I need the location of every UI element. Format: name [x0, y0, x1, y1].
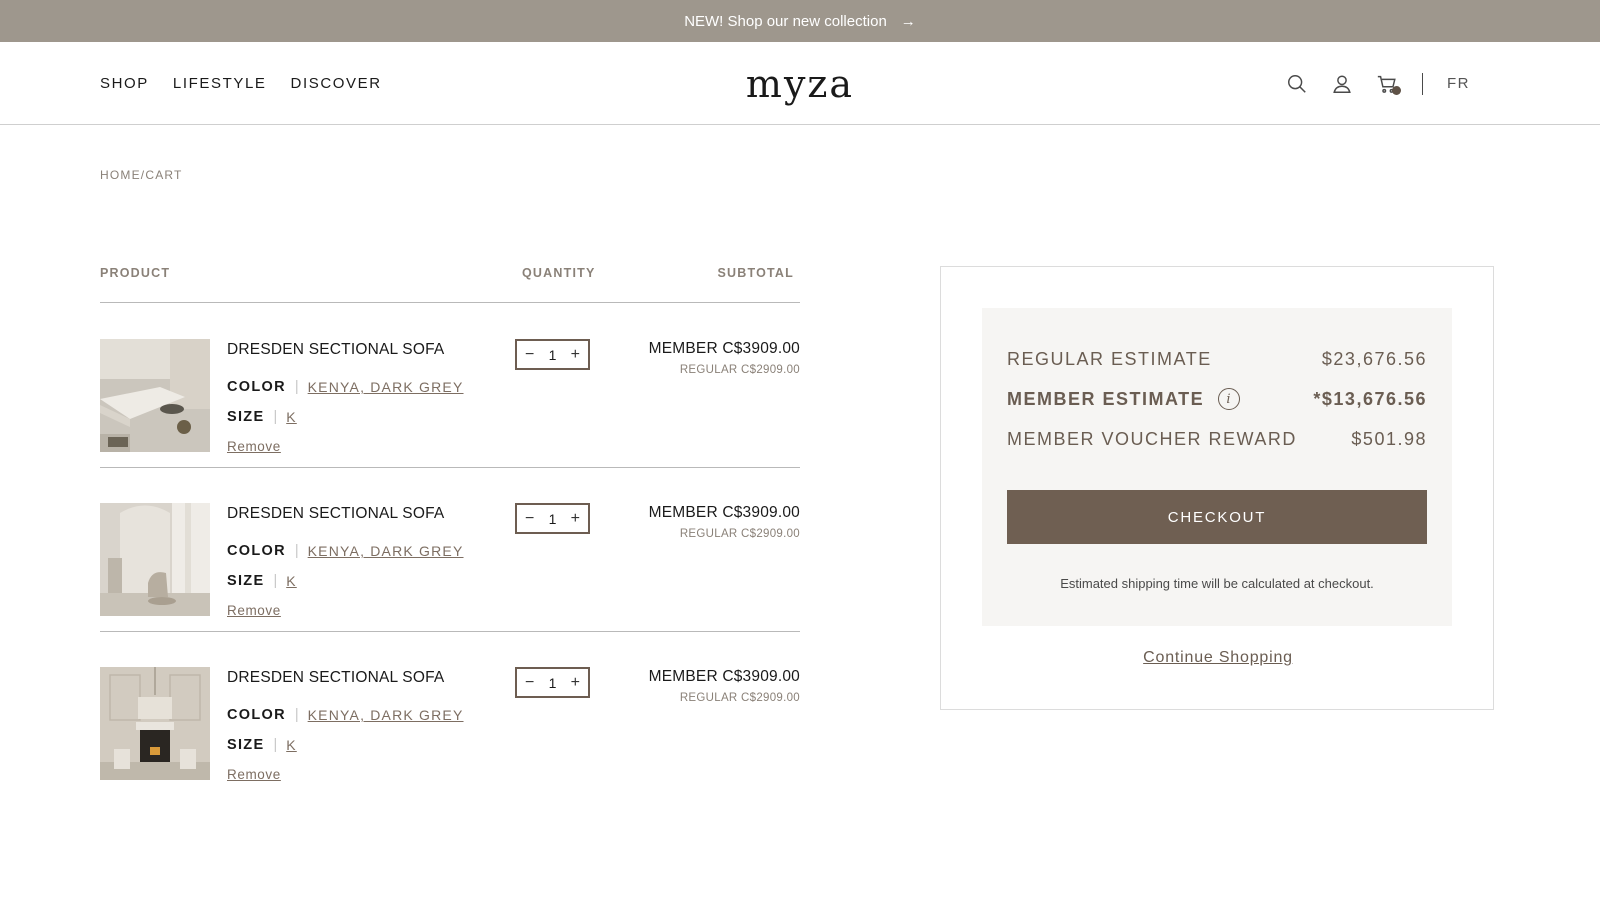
size-label: SIZE [227, 409, 265, 425]
product-image[interactable] [100, 339, 210, 452]
regular-price: REGULAR C$2909.00 [679, 528, 800, 540]
product-image[interactable] [100, 503, 210, 616]
column-product: PRODUCT [100, 266, 171, 280]
product-color: COLOR | KENYA, DARK GREY [227, 707, 464, 723]
column-subtotal: SUBTOTAL [717, 266, 794, 280]
product-name[interactable]: DRESDEN SECTIONAL SOFA [227, 341, 444, 359]
decrement-button[interactable]: − [525, 674, 534, 691]
language-switch[interactable]: FR [1447, 75, 1470, 92]
cart-count-badge [1392, 85, 1401, 95]
product-image[interactable] [100, 667, 210, 780]
color-label: COLOR [227, 707, 286, 723]
remove-link[interactable]: Remove [227, 439, 281, 454]
decrement-button[interactable]: − [525, 510, 534, 527]
remove-link[interactable]: Remove [227, 767, 281, 782]
header-divider [1422, 72, 1423, 95]
product-size: SIZE | K [227, 409, 297, 425]
member-estimate-row: MEMBER ESTIMATE i *$13,676.56 [1007, 385, 1427, 413]
announcement-bar[interactable]: NEW! Shop our new collection → [0, 0, 1600, 42]
item-subtotal: MEMBER C$3909.00 REGULAR C$2909.00 [649, 340, 800, 376]
regular-price: REGULAR C$2909.00 [679, 364, 800, 376]
arrow-right-icon: → [900, 12, 916, 30]
quantity-stepper: − 1 + [515, 339, 590, 370]
member-price: MEMBER C$3909.00 [648, 340, 800, 357]
member-price: MEMBER C$3909.00 [648, 504, 800, 521]
regular-estimate-value: $23,676.56 [1321, 348, 1427, 369]
color-value-link[interactable]: KENYA, DARK GREY [308, 707, 464, 723]
item-subtotal: MEMBER C$3909.00 REGULAR C$2909.00 [649, 668, 800, 704]
decrement-button[interactable]: − [525, 346, 534, 363]
increment-button[interactable]: + [571, 510, 580, 527]
attr-separator: | [294, 379, 299, 395]
breadcrumb[interactable]: HOME/CART [100, 168, 183, 182]
size-value-link[interactable]: K [286, 409, 297, 425]
attr-separator: | [294, 543, 299, 559]
order-summary: REGULAR ESTIMATE $23,676.56 MEMBER ESTIM… [940, 266, 1494, 710]
announcement-text[interactable]: NEW! Shop our new collection [684, 13, 887, 30]
attr-separator: | [273, 409, 278, 425]
voucher-reward-label: MEMBER VOUCHER REWARD [1007, 428, 1297, 449]
regular-price: REGULAR C$2909.00 [679, 692, 800, 704]
cart-row: DRESDEN SECTIONAL SOFA COLOR | KENYA, DA… [100, 632, 800, 796]
member-estimate-label: MEMBER ESTIMATE [1007, 388, 1205, 409]
size-value-link[interactable]: K [286, 737, 297, 753]
quantity-value[interactable]: 1 [549, 511, 557, 527]
increment-button[interactable]: + [571, 346, 580, 363]
size-value-link[interactable]: K [286, 573, 297, 589]
search-icon[interactable] [1286, 73, 1308, 95]
cart-icon[interactable] [1376, 73, 1401, 95]
column-quantity: QUANTITY [522, 266, 596, 280]
voucher-reward-row: MEMBER VOUCHER REWARD $501.98 [1007, 425, 1427, 453]
info-icon[interactable]: i [1218, 388, 1241, 410]
cart-row: DRESDEN SECTIONAL SOFA COLOR | KENYA, DA… [100, 468, 800, 632]
quantity-value[interactable]: 1 [549, 675, 557, 691]
product-size: SIZE | K [227, 737, 297, 753]
account-icon[interactable] [1331, 73, 1353, 95]
attr-separator: | [273, 573, 278, 589]
size-label: SIZE [227, 573, 265, 589]
header-actions: FR [1263, 42, 1470, 125]
color-value-link[interactable]: KENYA, DARK GREY [308, 379, 464, 395]
product-name[interactable]: DRESDEN SECTIONAL SOFA [227, 669, 444, 687]
site-header: SHOP LIFESTYLE DISCOVER myza FR [0, 42, 1600, 125]
continue-shopping-link[interactable]: Continue Shopping [941, 649, 1495, 667]
regular-estimate-label: REGULAR ESTIMATE [1007, 348, 1212, 369]
attr-separator: | [273, 737, 278, 753]
increment-button[interactable]: + [571, 674, 580, 691]
cart-table-header: PRODUCT QUANTITY SUBTOTAL [100, 263, 800, 303]
checkout-button[interactable]: CHECKOUT [1007, 490, 1427, 544]
cart-row: DRESDEN SECTIONAL SOFA COLOR | KENYA, DA… [100, 304, 800, 468]
regular-estimate-row: REGULAR ESTIMATE $23,676.56 [1007, 345, 1427, 373]
product-size: SIZE | K [227, 573, 297, 589]
attr-separator: | [294, 707, 299, 723]
remove-link[interactable]: Remove [227, 603, 281, 618]
voucher-reward-value: $501.98 [1351, 428, 1427, 449]
item-subtotal: MEMBER C$3909.00 REGULAR C$2909.00 [649, 504, 800, 540]
quantity-value[interactable]: 1 [549, 347, 557, 363]
quantity-stepper: − 1 + [515, 667, 590, 698]
color-label: COLOR [227, 543, 286, 559]
product-color: COLOR | KENYA, DARK GREY [227, 543, 464, 559]
shipping-note: Estimated shipping time will be calculat… [1060, 576, 1374, 591]
product-color: COLOR | KENYA, DARK GREY [227, 379, 464, 395]
member-estimate-value: *$13,676.56 [1313, 388, 1427, 409]
product-name[interactable]: DRESDEN SECTIONAL SOFA [227, 505, 444, 523]
summary-panel: REGULAR ESTIMATE $23,676.56 MEMBER ESTIM… [982, 308, 1452, 626]
color-label: COLOR [227, 379, 286, 395]
member-price: MEMBER C$3909.00 [648, 668, 800, 685]
color-value-link[interactable]: KENYA, DARK GREY [308, 543, 464, 559]
size-label: SIZE [227, 737, 265, 753]
quantity-stepper: − 1 + [515, 503, 590, 534]
